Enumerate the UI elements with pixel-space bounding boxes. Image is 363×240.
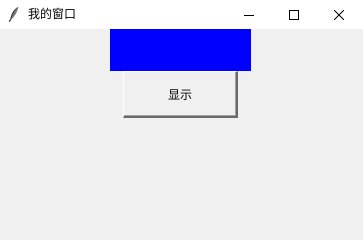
window-title: 我的窗口	[28, 7, 77, 21]
close-button[interactable]	[316, 0, 361, 29]
window-client-area: 显示	[0, 29, 363, 204]
maximize-button[interactable]	[271, 0, 316, 29]
show-button[interactable]: 显示	[123, 71, 238, 118]
minimize-button[interactable]	[226, 0, 271, 29]
minimize-icon	[243, 10, 254, 20]
title-bar[interactable]: 我的窗口	[0, 0, 363, 29]
close-icon	[333, 9, 344, 20]
maximize-icon	[288, 9, 299, 20]
feather-icon	[7, 6, 21, 22]
blue-label	[110, 29, 251, 71]
app-window: 我的窗口 显示	[0, 0, 363, 204]
